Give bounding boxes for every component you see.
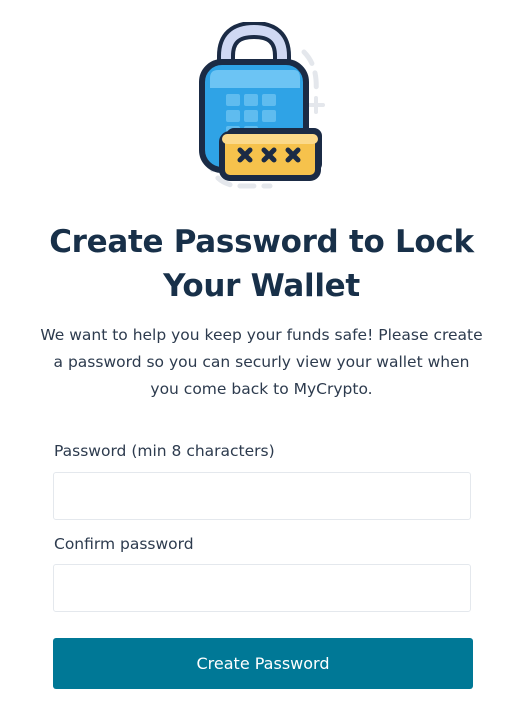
page-description: We want to help you keep your funds safe… xyxy=(40,326,483,398)
password-input[interactable] xyxy=(53,472,471,520)
password-label: Password (min 8 characters) xyxy=(54,442,275,460)
page-title: Create Password to Lock Your Wallet xyxy=(49,224,474,304)
create-password-page: Create Password to Lock Your Wallet We w… xyxy=(0,0,523,703)
confirm-password-input[interactable] xyxy=(53,564,471,612)
padlock-password-icon xyxy=(199,22,325,189)
confirm-password-label: Confirm password xyxy=(54,535,194,553)
create-password-button[interactable]: Create Password xyxy=(53,638,473,689)
